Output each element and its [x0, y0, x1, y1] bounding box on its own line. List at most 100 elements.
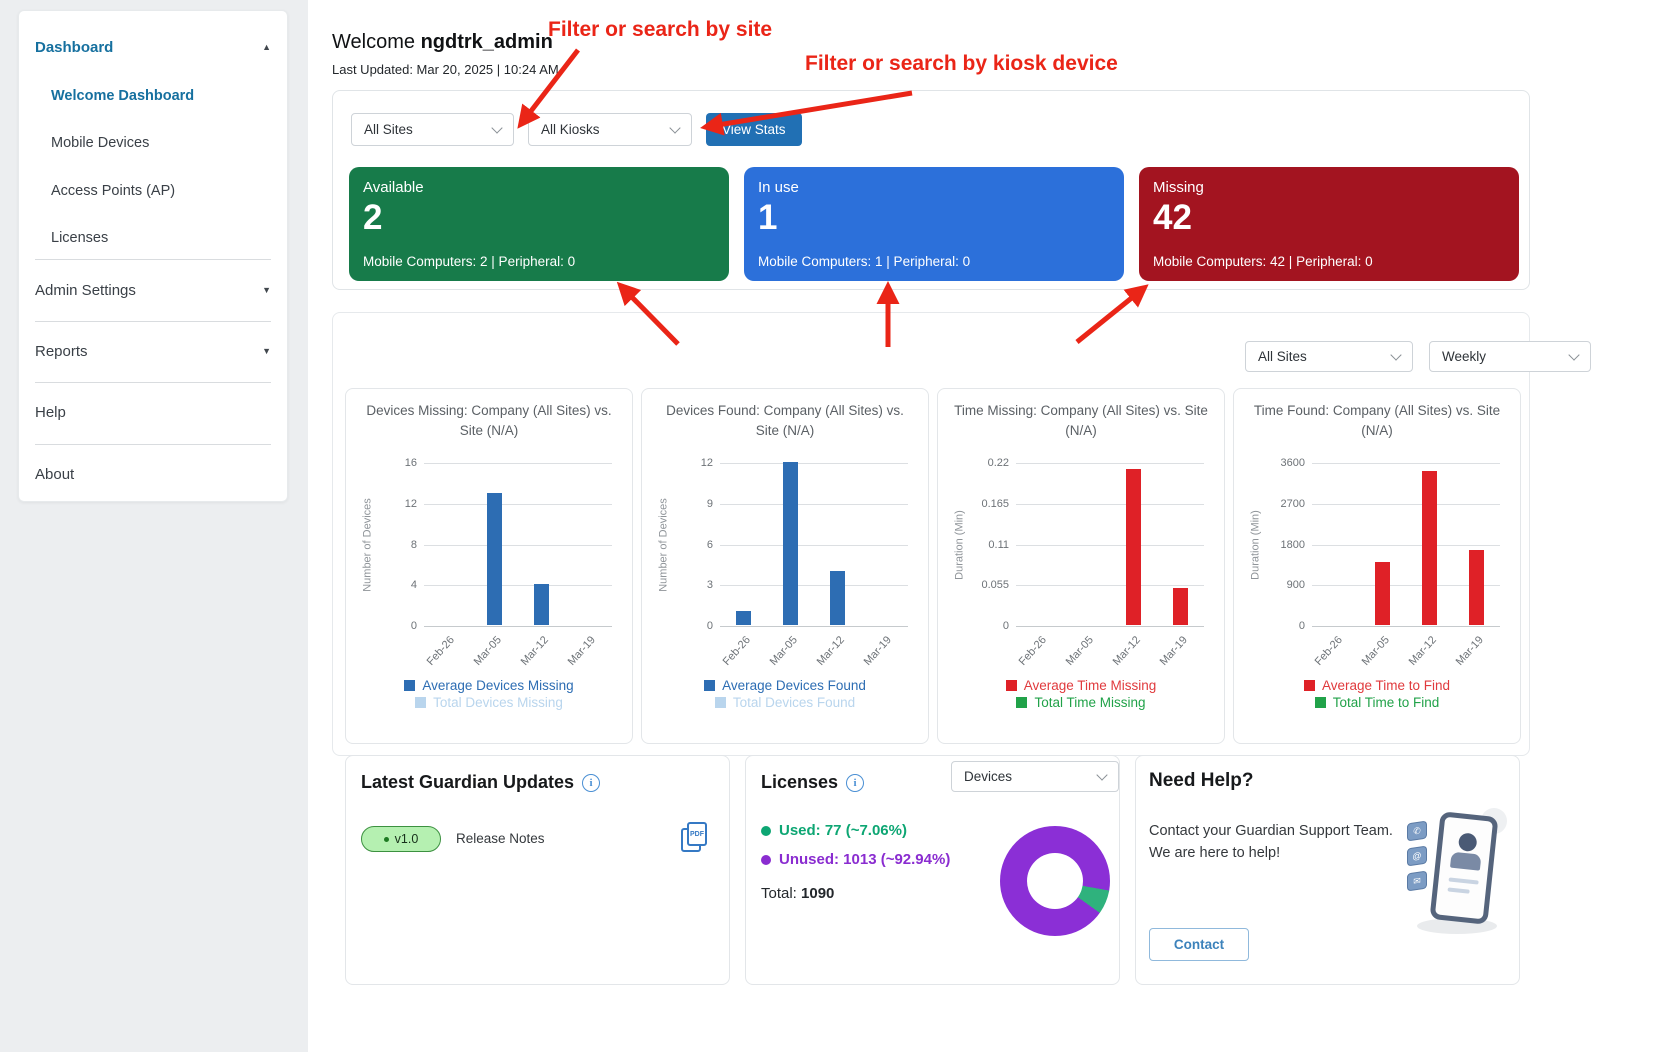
legend-swatch-icon — [1006, 680, 1017, 691]
version-badge: v1.0 — [361, 826, 441, 852]
y-tick-label: 1800 — [1245, 539, 1305, 551]
divider — [35, 259, 271, 260]
sites-select[interactable]: All Sites — [351, 113, 514, 146]
legend-item[interactable]: Average Devices Found — [642, 677, 928, 694]
updates-card-title: Latest Guardian Updates i — [361, 772, 600, 793]
y-tick-label: 0.11 — [949, 539, 1009, 551]
chevron-down-icon — [1390, 349, 1401, 360]
bar — [783, 462, 798, 625]
sidebar-item-licenses[interactable]: Licenses — [51, 226, 271, 250]
y-tick-label: 0.055 — [949, 579, 1009, 591]
charts-period-select[interactable]: Weekly — [1429, 341, 1591, 372]
sidebar-item-label: Admin Settings — [35, 282, 136, 299]
divider — [35, 444, 271, 445]
legend-item[interactable]: Average Time to Find — [1234, 677, 1520, 694]
help-text: Contact your Guardian Support Team. We a… — [1149, 820, 1404, 865]
bar — [1173, 588, 1188, 625]
stat-title: Missing — [1153, 179, 1505, 196]
bar — [534, 584, 549, 625]
avatar-body — [1450, 852, 1482, 871]
sidebar-item-label: About — [35, 466, 74, 483]
y-tick-label: 2700 — [1245, 498, 1305, 510]
y-tick-label: 16 — [357, 457, 417, 469]
legend-item[interactable]: Total Devices Found — [642, 694, 928, 711]
gridline: 8 — [424, 545, 612, 546]
y-tick-label: 12 — [653, 457, 713, 469]
x-tick-label: Mar-19 — [1442, 634, 1486, 681]
chart-plot-area: 1612840Feb-26Mar-05Mar-12Mar-19 — [424, 463, 612, 626]
legend-swatch-icon — [404, 680, 415, 691]
stat-card-inuse[interactable]: In use 1 Mobile Computers: 1 | Periphera… — [744, 167, 1124, 281]
stat-value: 1 — [758, 198, 1110, 238]
licenses-type-select-value: Devices — [964, 769, 1012, 784]
licenses-type-select[interactable]: Devices — [951, 761, 1119, 792]
illustration-badges: ✆ @ ✉ — [1407, 822, 1427, 897]
legend-item[interactable]: Average Devices Missing — [346, 677, 632, 694]
licenses-used-label: Used: 77 (~7.06%) — [779, 822, 907, 839]
y-tick-label: 6 — [653, 539, 713, 551]
stats-filter-panel: All Sites All Kiosks View Stats Availabl… — [332, 90, 1530, 290]
page-title: Welcome ngdtrk_admin — [332, 31, 553, 54]
chart-plot-area: 3600270018009000Feb-26Mar-05Mar-12Mar-19 — [1312, 463, 1500, 626]
sidebar-item-label: Welcome Dashboard — [51, 88, 194, 104]
legend-item[interactable]: Total Time Missing — [938, 694, 1224, 711]
charts-sites-select-value: All Sites — [1258, 349, 1307, 364]
kiosks-select[interactable]: All Kiosks — [528, 113, 692, 146]
x-tick-label: Feb-26 — [1301, 634, 1345, 681]
gridline: 0 — [720, 626, 908, 627]
licenses-total-value: 1090 — [801, 885, 834, 902]
sidebar-item-access-points[interactable]: Access Points (AP) — [51, 179, 271, 203]
sidebar-item-welcome-dashboard[interactable]: Welcome Dashboard — [51, 84, 271, 108]
gridline: 0.11 — [1016, 545, 1204, 546]
bar — [1375, 562, 1390, 625]
help-card-title: Need Help? — [1149, 770, 1254, 792]
legend-label: Average Time Missing — [1024, 678, 1157, 693]
updates-card: Latest Guardian Updates i v1.0 Release N… — [345, 755, 730, 985]
y-tick-label: 3 — [653, 579, 713, 591]
last-updated-text: Last Updated: Mar 20, 2025 | 10:24 AM — [332, 62, 559, 77]
legend-item[interactable]: Total Time to Find — [1234, 694, 1520, 711]
stat-card-available[interactable]: Available 2 Mobile Computers: 2 | Periph… — [349, 167, 729, 281]
legend-label: Average Time to Find — [1322, 678, 1450, 693]
gridline: 16 — [424, 463, 612, 464]
y-tick-label: 900 — [1245, 579, 1305, 591]
gridline: 12 — [424, 504, 612, 505]
info-icon[interactable]: i — [582, 774, 600, 792]
divider — [35, 321, 271, 322]
charts-sites-select[interactable]: All Sites — [1245, 341, 1413, 372]
annotation-filter-site: Filter or search by site — [548, 18, 772, 42]
chart-legend: Average Time MissingTotal Time Missing — [938, 677, 1224, 711]
phone-illustration — [1430, 811, 1499, 924]
sidebar-item-reports[interactable]: Reports ▼ — [35, 339, 271, 363]
stat-title: Available — [363, 179, 715, 196]
sidebar-item-dashboard[interactable]: Dashboard ▲ — [35, 35, 271, 59]
gridline: 0 — [1312, 626, 1500, 627]
legend-item[interactable]: Average Time Missing — [938, 677, 1224, 694]
sidebar-item-mobile-devices[interactable]: Mobile Devices — [51, 131, 271, 155]
gridline: 1800 — [1312, 545, 1500, 546]
sidebar-item-help[interactable]: Help — [35, 400, 271, 424]
x-tick-label: Feb-26 — [709, 634, 753, 681]
version-dot-icon — [384, 837, 389, 842]
legend-label: Total Time to Find — [1333, 695, 1440, 710]
phone-icon: ✆ — [1407, 821, 1427, 842]
gridline: 12 — [720, 463, 908, 464]
stat-card-missing[interactable]: Missing 42 Mobile Computers: 42 | Periph… — [1139, 167, 1519, 281]
contact-button[interactable]: Contact — [1149, 928, 1249, 961]
legend-item[interactable]: Total Devices Missing — [346, 694, 632, 711]
chevron-up-icon: ▲ — [262, 42, 271, 52]
pdf-icon[interactable]: PDF — [681, 822, 707, 852]
gridline: 0.055 — [1016, 585, 1204, 586]
x-tick-label: Feb-26 — [413, 634, 457, 681]
charts-period-select-value: Weekly — [1442, 349, 1486, 364]
info-icon[interactable]: i — [846, 774, 864, 792]
version-label: v1.0 — [395, 832, 419, 846]
sidebar-item-about[interactable]: About — [35, 462, 271, 486]
sidebar-item-label: Help — [35, 404, 66, 421]
legend-label: Total Devices Found — [733, 695, 855, 710]
view-stats-button[interactable]: View Stats — [706, 113, 802, 146]
licenses-total-label: Total: — [761, 885, 797, 902]
legend-label: Total Devices Missing — [433, 695, 563, 710]
sidebar-item-admin-settings[interactable]: Admin Settings ▼ — [35, 278, 271, 302]
y-tick-label: 0.165 — [949, 498, 1009, 510]
